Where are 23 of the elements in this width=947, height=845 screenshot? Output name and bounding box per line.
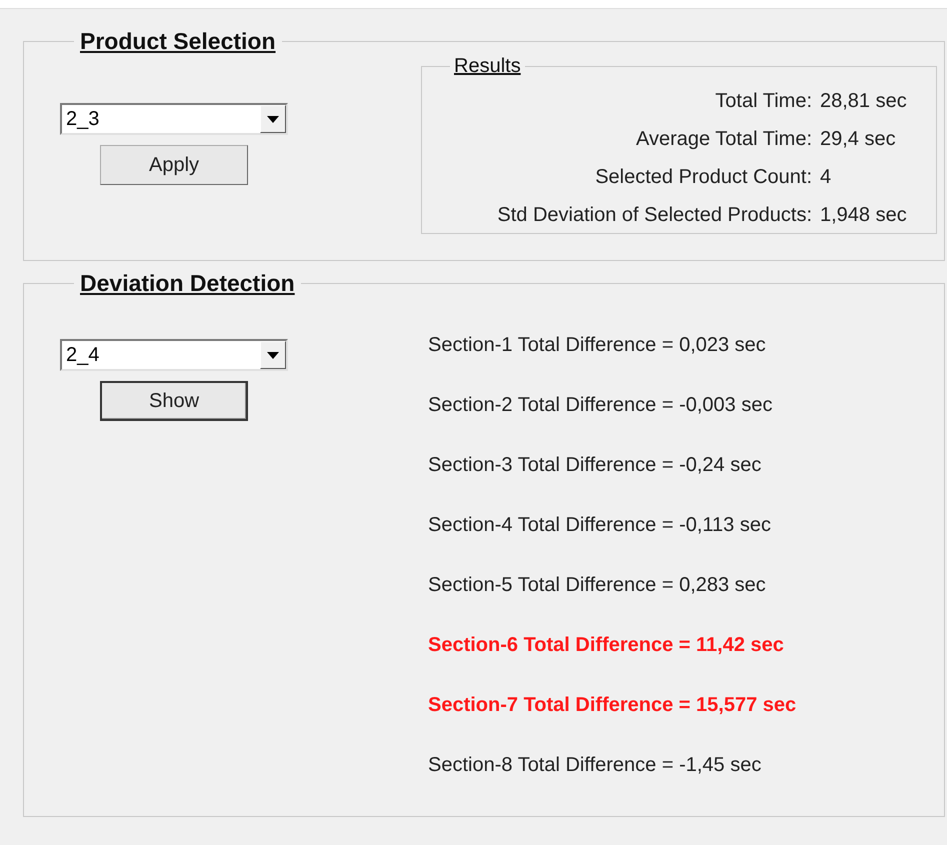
result-value: 28,81 sec xyxy=(819,89,908,113)
results-title: Results xyxy=(453,54,522,79)
result-value: 4 xyxy=(819,165,832,189)
section-difference: Section-1 Total Difference = 0,023 sec xyxy=(428,333,767,357)
result-value: 29,4 sec xyxy=(819,127,897,151)
section-difference: Section-7 Total Difference = 15,577 sec xyxy=(428,693,796,717)
section-difference: Section-6 Total Difference = 11,42 sec xyxy=(428,633,785,657)
result-value: 1,948 sec xyxy=(819,203,908,227)
section-difference: Section-4 Total Difference = -0,113 sec xyxy=(428,513,772,537)
section-difference: Section-8 Total Difference = -1,45 sec xyxy=(428,753,762,777)
section-difference: Section-2 Total Difference = -0,003 sec xyxy=(428,393,774,417)
dropdown[interactable]: 2_4 xyxy=(60,339,288,371)
result-label: Total Time: xyxy=(714,89,812,113)
section-difference: Section-3 Total Difference = -0,24 sec xyxy=(428,453,762,477)
button[interactable]: Apply xyxy=(100,145,248,185)
group-title: Deviation Detection xyxy=(79,269,296,297)
result-label: Average Total Time: xyxy=(634,127,812,151)
group-title: Product Selection xyxy=(79,27,277,55)
result-label: Std Deviation of Selected Products: xyxy=(496,203,812,227)
dropdown[interactable]: 2_3 xyxy=(60,103,288,135)
button[interactable]: Show xyxy=(100,381,248,421)
section-difference: Section-5 Total Difference = 0,283 sec xyxy=(428,573,767,597)
result-label: Selected Product Count: xyxy=(594,165,812,189)
